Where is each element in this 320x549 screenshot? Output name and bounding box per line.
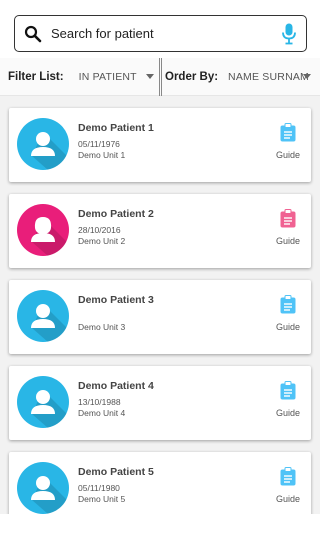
filter-divider: [159, 58, 162, 96]
order-by-dropdown[interactable]: Order By: NAME SURNAM: [165, 58, 313, 95]
patient-unit: Demo Unit 3: [78, 322, 126, 332]
patient-name: Demo Patient 3: [78, 294, 154, 306]
person-icon: [17, 118, 69, 170]
bottom-spacer: [0, 514, 320, 549]
clipboard-icon: [280, 209, 296, 233]
patient-name: Demo Patient 2: [78, 208, 154, 220]
guide-button[interactable]: Guide: [275, 209, 301, 246]
filter-bar: Filter List: IN PATIENT Order By: NAME S…: [0, 58, 320, 96]
clipboard-icon: [280, 123, 296, 147]
guide-label: Guide: [275, 150, 301, 160]
guide-button[interactable]: Guide: [275, 467, 301, 504]
patient-dob: 05/11/1976: [78, 139, 120, 149]
chevron-down-icon: [303, 74, 311, 79]
guide-button[interactable]: Guide: [275, 295, 301, 332]
person-icon: [17, 462, 69, 514]
microphone-icon[interactable]: [272, 23, 306, 45]
guide-label: Guide: [275, 322, 301, 332]
clipboard-icon: [280, 295, 296, 319]
patient-unit: Demo Unit 2: [78, 236, 126, 246]
filter-list-label: Filter List:: [8, 70, 64, 83]
guide-button[interactable]: Guide: [275, 381, 301, 418]
patient-card[interactable]: Demo Patient 1 05/11/1976 Demo Unit 1 Gu…: [9, 108, 311, 182]
person-icon: [17, 376, 69, 428]
guide-button[interactable]: Guide: [275, 123, 301, 160]
patient-card[interactable]: Demo Patient 2 28/10/2016 Demo Unit 2 Gu…: [9, 194, 311, 268]
patient-card[interactable]: Demo Patient 5 05/11/1980 Demo Unit 5 Gu…: [9, 452, 311, 514]
filter-list-value: IN PATIENT: [78, 70, 137, 83]
chevron-down-icon: [146, 74, 154, 79]
patient-dob: 05/11/1980: [78, 483, 120, 493]
patient-card[interactable]: Demo Patient 4 13/10/1988 Demo Unit 4 Gu…: [9, 366, 311, 440]
guide-label: Guide: [275, 408, 301, 418]
search-bar[interactable]: [14, 15, 307, 52]
guide-label: Guide: [275, 494, 301, 504]
filter-list-dropdown[interactable]: Filter List: IN PATIENT: [8, 58, 156, 95]
person-icon: [17, 290, 69, 342]
order-by-value: NAME SURNAM: [228, 70, 310, 83]
search-icon: [15, 25, 51, 43]
clipboard-icon: [280, 381, 296, 405]
patient-name: Demo Patient 4: [78, 380, 154, 392]
patient-name: Demo Patient 1: [78, 122, 154, 134]
search-input[interactable]: [51, 26, 272, 41]
order-by-label: Order By:: [165, 70, 219, 83]
patient-card[interactable]: Demo Patient 3 Demo Unit 3 Guide: [9, 280, 311, 354]
patient-name: Demo Patient 5: [78, 466, 154, 478]
patient-unit: Demo Unit 1: [78, 150, 126, 160]
clipboard-icon: [280, 467, 296, 491]
patient-unit: Demo Unit 5: [78, 494, 126, 504]
guide-label: Guide: [275, 236, 301, 246]
patient-unit: Demo Unit 4: [78, 408, 126, 418]
patient-list[interactable]: Demo Patient 1 05/11/1976 Demo Unit 1 Gu…: [0, 96, 320, 514]
person-icon: [17, 204, 69, 256]
patient-dob: 13/10/1988: [78, 397, 121, 407]
patient-dob: 28/10/2016: [78, 225, 121, 235]
